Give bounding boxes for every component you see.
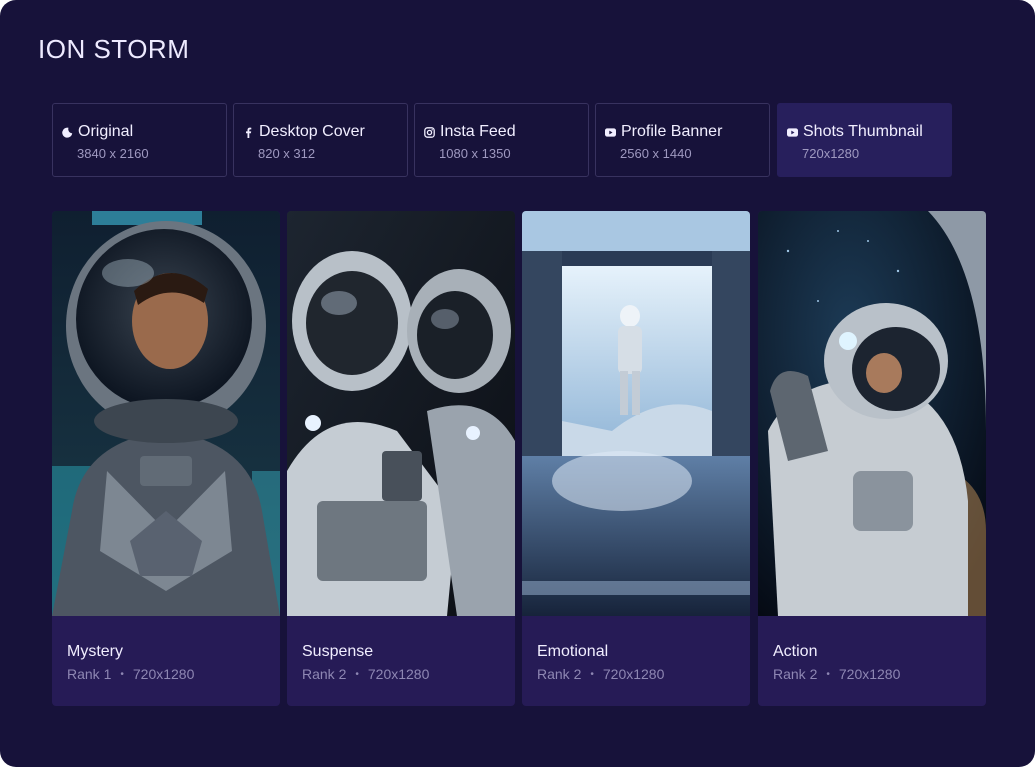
tab-desktop-cover[interactable]: Desktop Cover 820 x 312 <box>233 103 408 177</box>
card-meta: Rank 1 • 720x1280 <box>67 666 194 682</box>
card-dimensions: 720x1280 <box>602 666 665 682</box>
card-rank: Rank 1 <box>67 666 112 682</box>
thumbnail-card-emotional[interactable]: Emotional Rank 2 • 720x1280 <box>522 211 750 706</box>
tab-dimensions: 1080 x 1350 <box>439 146 511 161</box>
meta-separator: • <box>355 668 359 680</box>
tab-label: Original <box>78 123 134 140</box>
meta-separator: • <box>590 668 594 680</box>
app-frame: ION STORM Original 3840 x 2160 Desktop C… <box>0 0 1035 767</box>
thumbnail-card-mystery[interactable]: Mystery Rank 1 • 720x1280 <box>52 211 280 706</box>
tab-dimensions: 720x1280 <box>802 146 860 161</box>
card-dimensions: 720x1280 <box>132 666 195 682</box>
astronaut-waving-image <box>758 211 986 616</box>
youtube-icon <box>605 127 616 138</box>
tab-label: Insta Feed <box>440 123 516 140</box>
meta-separator: • <box>826 668 830 680</box>
tab-dimensions: 2560 x 1440 <box>620 146 692 161</box>
tab-label: Shots Thumbnail <box>803 123 923 140</box>
youtube-icon <box>787 127 798 138</box>
card-title: Suspense <box>302 643 374 660</box>
astronaut-at-window-image <box>522 211 750 616</box>
card-title: Action <box>773 643 818 660</box>
tab-dimensions: 820 x 312 <box>258 146 316 161</box>
instagram-icon <box>424 126 435 138</box>
thumbnail-card-action[interactable]: Action Rank 2 • 720x1280 <box>758 211 986 706</box>
tab-shots-thumbnail[interactable]: Shots Thumbnail 720x1280 <box>777 103 952 177</box>
card-meta: Rank 2 • 720x1280 <box>537 666 664 682</box>
meta-separator: • <box>120 668 124 680</box>
facebook-icon <box>243 127 254 138</box>
card-dimensions: 720x1280 <box>838 666 901 682</box>
moon-icon <box>62 127 73 138</box>
card-rank: Rank 2 <box>537 666 582 682</box>
tab-dimensions: 3840 x 2160 <box>77 146 149 161</box>
card-dimensions: 720x1280 <box>367 666 430 682</box>
card-rank: Rank 2 <box>302 666 347 682</box>
tab-insta-feed[interactable]: Insta Feed 1080 x 1350 <box>414 103 589 177</box>
card-title: Mystery <box>67 643 123 660</box>
tab-label: Profile Banner <box>621 123 723 140</box>
card-rank: Rank 2 <box>773 666 818 682</box>
tab-profile-banner[interactable]: Profile Banner 2560 x 1440 <box>595 103 770 177</box>
tab-original[interactable]: Original 3840 x 2160 <box>52 103 227 177</box>
thumbnail-card-suspense[interactable]: Suspense Rank 2 • 720x1280 <box>287 211 515 706</box>
astronaut-helmet-portrait-image <box>52 211 280 616</box>
page-title: ION STORM <box>38 34 190 64</box>
card-meta: Rank 2 • 720x1280 <box>302 666 429 682</box>
tab-label: Desktop Cover <box>259 123 365 140</box>
two-astronauts-image <box>287 211 515 616</box>
card-meta: Rank 2 • 720x1280 <box>773 666 900 682</box>
card-title: Emotional <box>537 643 609 660</box>
